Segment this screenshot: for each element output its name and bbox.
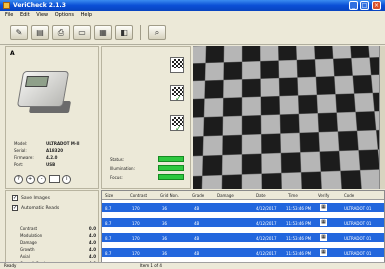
checker-approve-icon[interactable]: ✓ (170, 115, 184, 133)
inspection-panel: ✓ ✓ Status: Illumination: Focus: (101, 46, 191, 189)
info-model: Model: ULTRADOT M-II (14, 141, 80, 146)
col-verify[interactable]: Verify (318, 193, 329, 198)
toolbar-separator (140, 25, 141, 40)
minimize-button[interactable]: _ (349, 1, 358, 10)
window-title: VeriCheck 2.1.3 (13, 2, 66, 9)
table-row[interactable]: 8.7 170 36 4B 4/12/2017 11:53:46 PM ▦ UL… (102, 218, 384, 228)
info-serial: Serial: A18320 (14, 148, 64, 153)
list-button[interactable] (48, 175, 60, 183)
application-window: VeriCheck 2.1.3 _ □ × File Edit View Opt… (0, 0, 385, 269)
menu-edit[interactable]: Edit (20, 11, 30, 19)
datamatrix-icon: ▦ (320, 234, 327, 241)
info-firmware: Firmware: 4.2.0 (14, 155, 58, 160)
save-images-checkbox[interactable]: ✓ (12, 195, 18, 201)
param-growth: Growth 4.0 (20, 247, 96, 252)
menu-options[interactable]: Options (55, 11, 74, 19)
device-label: A (10, 50, 15, 57)
search-icon[interactable]: ⌕ (148, 25, 166, 40)
checker-flag-icon[interactable] (170, 57, 184, 73)
table-row[interactable]: 8.7 170 36 4B 4/12/2017 11:53:46 PM ▦ UL… (102, 203, 384, 213)
add-button[interactable]: + (25, 175, 35, 184)
datamatrix-icon: ▦ (320, 204, 327, 211)
menu-view[interactable]: View (36, 11, 48, 19)
verifier-device-image (16, 61, 74, 117)
status-bar (158, 156, 184, 162)
col-size[interactable]: Size (105, 193, 113, 198)
col-grade[interactable]: Grade (192, 193, 204, 198)
menu-file[interactable]: File (5, 11, 13, 19)
table-row[interactable]: 8.7 170 36 4B 4/12/2017 11:53:46 PM ▦ UL… (102, 248, 384, 258)
datamatrix-icon: ▦ (320, 219, 327, 226)
col-contrast[interactable]: Contrast (130, 193, 147, 198)
camera-icon[interactable]: ◧ (115, 25, 133, 40)
remove-button[interactable]: - (37, 175, 47, 184)
param-modulation: Modulation 4.0 (20, 233, 96, 238)
scanner-icon[interactable]: ▦ (94, 25, 112, 40)
save-icon[interactable]: ▤ (31, 25, 49, 40)
new-icon[interactable]: ✎ (10, 25, 28, 40)
status-bar: Ready Item 1 of 4 (0, 262, 385, 269)
auto-reads-checkbox[interactable]: ✓ (12, 205, 18, 211)
camera-scrollbar[interactable] (379, 46, 385, 189)
col-damage[interactable]: Damage (217, 193, 234, 198)
col-code[interactable]: Code (344, 193, 354, 198)
menu-help[interactable]: Help (81, 11, 92, 19)
title-bar: VeriCheck 2.1.3 _ □ × (0, 0, 385, 11)
results-table: Size Contrast Grid Non. Grade Damage Dat… (101, 190, 385, 269)
options-panel: ✓ Save Images ✓ Automatic Reads Contrast… (5, 190, 99, 269)
folder-icon[interactable]: ▭ (73, 25, 91, 40)
print-icon[interactable]: ⎙ (52, 25, 70, 40)
param-contrast: Contrast 0.0 (20, 226, 96, 231)
camera-view[interactable] (193, 46, 385, 189)
col-date[interactable]: Date (256, 193, 266, 198)
device-controls: ? + - i (14, 175, 72, 184)
toolbar: ✎ ▤ ⎙ ▭ ▦ ◧ ⌕ (0, 19, 385, 45)
help-button[interactable]: ? (14, 175, 23, 184)
status-indicator: Status: (110, 156, 184, 162)
table-header: Size Contrast Grid Non. Grade Damage Dat… (102, 191, 384, 200)
table-row[interactable]: 8.7 170 36 4B 4/12/2017 11:53:46 PM ▦ UL… (102, 233, 384, 243)
checkerboard-target-image (193, 46, 385, 189)
status-text: Ready (4, 263, 17, 268)
save-images-label: Save Images (21, 196, 50, 201)
device-panel: A Model: ULTRADOT M-II Serial: A18320 Firm… (5, 46, 99, 189)
param-damage: Damage 4.0 (20, 240, 96, 245)
info-port: Port: USB (14, 162, 56, 167)
illumination-indicator: Illumination: (110, 165, 184, 171)
status-item-count: Item 1 of 4 (140, 263, 162, 268)
menu-bar: File Edit View Options Help (0, 11, 385, 19)
focus-bar (158, 174, 184, 180)
col-grid-non[interactable]: Grid Non. (160, 193, 179, 198)
focus-indicator: Focus: (110, 174, 184, 180)
param-axial: Axial 4.0 (20, 254, 96, 259)
close-button[interactable]: × (372, 1, 381, 10)
col-time[interactable]: Time (288, 193, 298, 198)
app-icon (3, 2, 10, 9)
auto-reads-label: Automatic Reads (21, 206, 60, 211)
datamatrix-icon: ▦ (320, 249, 327, 256)
maximize-button[interactable]: □ (360, 1, 369, 10)
info-button[interactable]: i (62, 175, 72, 184)
checker-verify-icon[interactable]: ✓ (170, 85, 184, 103)
illumination-bar (158, 165, 184, 171)
